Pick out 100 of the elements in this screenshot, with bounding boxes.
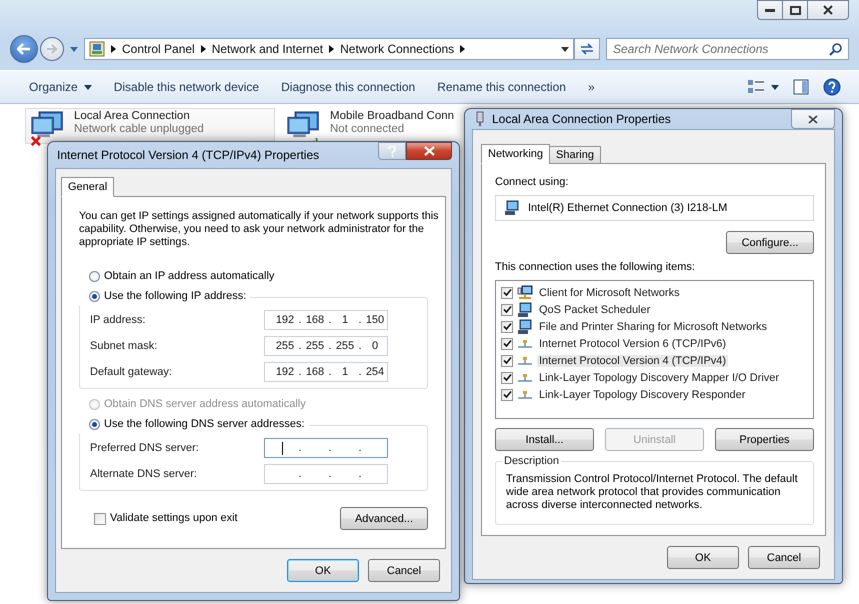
breadcrumb-item[interactable]: Network Connections <box>340 42 454 56</box>
close-button[interactable] <box>406 142 452 160</box>
toolbar-button[interactable]: Diagnose this connection <box>270 76 426 98</box>
protocol-icon <box>517 338 533 348</box>
toolbar-button[interactable]: Organize <box>18 76 103 98</box>
radio-label: Obtain an IP address automatically <box>104 270 274 282</box>
toolbar-button[interactable]: Rename this connection <box>426 76 577 98</box>
control-panel-icon <box>89 41 105 57</box>
dns-address-field[interactable]: . . . <box>264 464 388 484</box>
help-button[interactable] <box>823 78 841 96</box>
breadcrumb-item[interactable]: Control Panel <box>122 42 195 56</box>
description-text: Transmission Control Protocol/Internet Protocol. The default wide area network protocol that provides communication across diverse interconnected networks. <box>506 473 799 512</box>
field-label: Default gateway: <box>90 366 173 378</box>
chevron-icon[interactable] <box>200 45 206 53</box>
view-options-button[interactable] <box>747 79 779 95</box>
action-button[interactable]: Properties <box>715 428 814 451</box>
radio-button[interactable] <box>89 270 100 282</box>
field-label: Preferred DNS server: <box>90 442 200 454</box>
dropdown-arrow-icon[interactable] <box>561 46 569 52</box>
computer-icon <box>517 302 533 318</box>
ip-address-field[interactable]: 192 . 168 . 1 . 254 <box>264 362 388 382</box>
connection-status: Not connected <box>330 123 406 135</box>
refresh-icon <box>579 42 595 56</box>
field-label: Subnet mask: <box>90 340 158 352</box>
checkbox[interactable] <box>501 388 513 400</box>
address-bar[interactable]: Control Panel Network and Internet Network Connections <box>84 38 574 60</box>
list-item[interactable]: QoS Packet Scheduler <box>537 304 652 316</box>
tab[interactable]: Networking <box>481 144 550 164</box>
protocol-icon <box>517 356 533 366</box>
preview-pane-icon <box>793 79 809 95</box>
protocol-icon <box>517 372 533 382</box>
help-icon <box>823 78 841 96</box>
dialog-button[interactable]: OK <box>667 546 739 569</box>
field-label: IP address: <box>90 314 146 326</box>
checkbox-label: Validate settings upon exit <box>110 512 238 525</box>
maximize-icon <box>790 6 800 14</box>
ip-address-field[interactable]: 255 . 255 . 255 . 0 <box>264 336 388 356</box>
section-label: This connection uses the following items: <box>495 261 696 274</box>
checkbox[interactable] <box>94 512 106 524</box>
list-item[interactable]: Internet Protocol Version 4 (TCP/IPv4) <box>537 354 728 366</box>
dialog-button[interactable]: Cancel <box>748 546 820 569</box>
maximize-button[interactable] <box>782 0 808 20</box>
list-item[interactable]: Link-Layer Topology Discovery Responder <box>537 388 748 400</box>
close-button[interactable] <box>807 0 849 20</box>
preview-pane-button[interactable] <box>793 79 809 95</box>
checkbox[interactable] <box>501 354 513 366</box>
connection-item[interactable]: Local Area Connection Network cable unplugged <box>25 108 275 144</box>
close-icon <box>808 114 818 124</box>
caret-icon <box>771 84 779 90</box>
close-icon <box>424 146 434 156</box>
list-item[interactable]: Client for Microsoft Networks <box>537 286 682 298</box>
radio-button[interactable] <box>89 418 100 430</box>
checkbox[interactable] <box>501 304 513 316</box>
chevron-icon[interactable] <box>111 45 116 53</box>
back-arrow-icon <box>17 43 31 55</box>
network-adapter-icon <box>504 200 520 216</box>
list-item[interactable]: Link-Layer Topology Discovery Mapper I/O Driver <box>537 372 782 384</box>
minimize-button[interactable] <box>757 0 783 20</box>
forward-button[interactable] <box>40 37 64 61</box>
checkbox[interactable] <box>501 286 513 298</box>
section-label: Connect using: <box>495 176 570 189</box>
close-button[interactable] <box>791 109 835 129</box>
breadcrumb-item[interactable]: Network and Internet <box>212 42 324 56</box>
checkbox[interactable] <box>501 372 513 384</box>
intro-text: You can get IP settings assigned automatically if your network supports this capability. Otherwise, you need to ask your network administrator for the appropriate IP settings. <box>79 210 440 249</box>
radio-label: Use the following DNS server addresses: <box>104 418 305 430</box>
dialog-button[interactable]: OK <box>287 559 359 582</box>
dialog-button[interactable]: Cancel <box>368 559 440 582</box>
refresh-button[interactable] <box>574 38 600 60</box>
forward-arrow-icon <box>46 44 58 54</box>
chevron-icon[interactable] <box>329 45 334 53</box>
protocol-icon <box>517 390 533 400</box>
toolbar-button[interactable]: » <box>576 76 606 98</box>
radio-button[interactable] <box>89 290 100 302</box>
close-icon <box>822 5 834 15</box>
ip-address-field[interactable]: 192 . 168 . 1 . 150 <box>264 310 388 330</box>
radio-label: Obtain DNS server address automatically <box>104 398 306 410</box>
tab[interactable]: General <box>61 177 114 197</box>
toolbar-button[interactable]: Disable this network device <box>102 76 270 98</box>
search-field[interactable]: Search Network Connections <box>606 38 849 60</box>
tab[interactable]: Sharing <box>549 146 601 164</box>
advanced-button[interactable]: Advanced... <box>340 507 428 530</box>
minimize-icon <box>765 8 775 12</box>
question-mark-icon <box>388 146 396 156</box>
adapter-name: Intel(R) Ethernet Connection (3) I218-LM <box>528 202 728 214</box>
computer-icon <box>517 318 533 334</box>
connection-name: Mobile Broadband Conn <box>330 110 454 122</box>
network-adapter-icon <box>474 111 486 127</box>
dns-address-field[interactable]: . . . <box>264 438 388 458</box>
view-list-icon <box>747 79 765 95</box>
connection-status: Network cable unplugged <box>74 123 204 135</box>
chevron-icon[interactable] <box>460 45 466 53</box>
list-item[interactable]: File and Printer Sharing for Microsoft Networks <box>537 320 770 332</box>
action-button[interactable]: Install... <box>495 428 594 451</box>
checkbox[interactable] <box>501 338 513 350</box>
list-item[interactable]: Internet Protocol Version 6 (TCP/IPv6) <box>537 338 728 350</box>
back-button[interactable] <box>10 35 38 63</box>
field-label: Alternate DNS server: <box>90 468 198 480</box>
configure-button[interactable]: Configure... <box>726 231 814 254</box>
checkbox[interactable] <box>501 320 513 332</box>
